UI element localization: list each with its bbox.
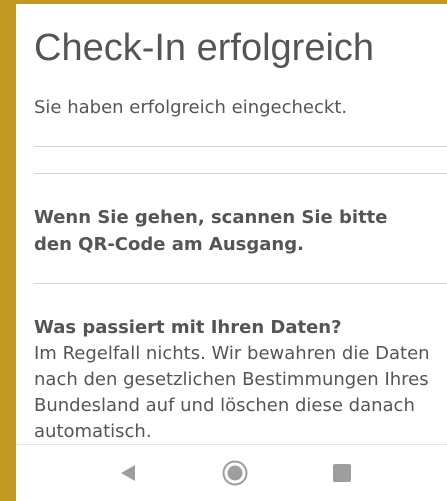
exit-scan-notice: Wenn Sie gehen, scannen Sie bitte den QR… (34, 207, 388, 255)
divider (34, 146, 447, 147)
success-message: Sie haben erfolgreich eingecheckt. (34, 97, 348, 118)
home-button[interactable] (219, 457, 251, 489)
back-button[interactable] (112, 457, 144, 489)
system-navigation-bar (16, 444, 447, 501)
triangle-back-icon (121, 465, 135, 481)
data-info-text: Im Regelfall nichts. Wir bewahren die Da… (34, 343, 430, 442)
window-frame-left (0, 0, 16, 501)
page-title: Check-In erfolgreich (34, 27, 375, 69)
data-info-heading: Was passiert mit Ihren Daten? (34, 317, 342, 338)
divider (34, 283, 447, 284)
square-recents-icon (333, 464, 351, 482)
checkin-success-screen[interactable]: Check-In erfolgreich Sie haben erfolgrei… (16, 4, 447, 444)
recents-button[interactable] (326, 457, 358, 489)
circle-home-icon (222, 460, 248, 486)
divider (34, 173, 447, 174)
